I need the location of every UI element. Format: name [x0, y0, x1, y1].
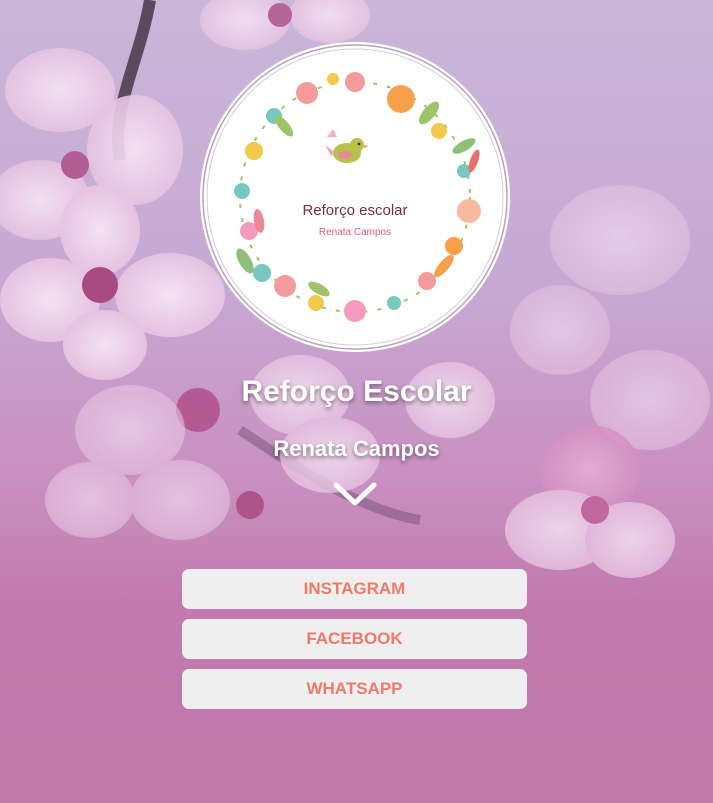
chevron-down-icon[interactable] [333, 481, 377, 509]
profile-name: Renata Campos [273, 436, 440, 461]
logo-badge: Reforço escolar Renata Campos [199, 41, 511, 353]
instagram-button[interactable]: INSTAGRAM [182, 569, 527, 609]
facebook-button[interactable]: FACEBOOK [182, 619, 527, 659]
logo-subtitle: Renata Campos [319, 227, 391, 238]
floral-wreath-logo: Reforço escolar Renata Campos [200, 42, 510, 352]
profile-content: Reforço escolar Renata Campos Reforço Es… [0, 0, 713, 803]
page-title: Reforço Escolar [241, 375, 472, 408]
link-page: Reforço escolar Renata Campos Reforço Es… [0, 0, 713, 803]
logo-title: Reforço escolar [302, 202, 407, 219]
whatsapp-button[interactable]: WHATSAPP [182, 669, 527, 709]
